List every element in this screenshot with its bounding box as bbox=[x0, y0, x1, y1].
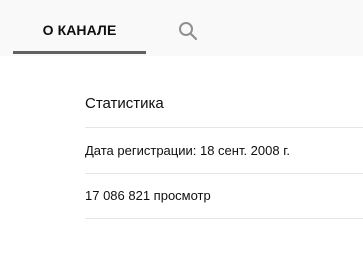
channel-tab-bar: О КАНАЛЕ bbox=[0, 0, 363, 56]
search-button[interactable] bbox=[175, 18, 201, 44]
joined-date: Дата регистрации: 18 сент. 2008 г. bbox=[85, 143, 290, 158]
divider bbox=[85, 218, 363, 219]
divider bbox=[85, 173, 363, 174]
search-icon bbox=[179, 22, 198, 41]
view-count: 17 086 821 просмотр bbox=[85, 188, 211, 203]
divider bbox=[85, 127, 363, 128]
tab-selected-underline bbox=[13, 51, 146, 54]
tab-about[interactable]: О КАНАЛЕ bbox=[13, 0, 146, 56]
stats-title: Статистика bbox=[85, 95, 164, 112]
tab-about-label: О КАНАЛЕ bbox=[42, 22, 117, 38]
